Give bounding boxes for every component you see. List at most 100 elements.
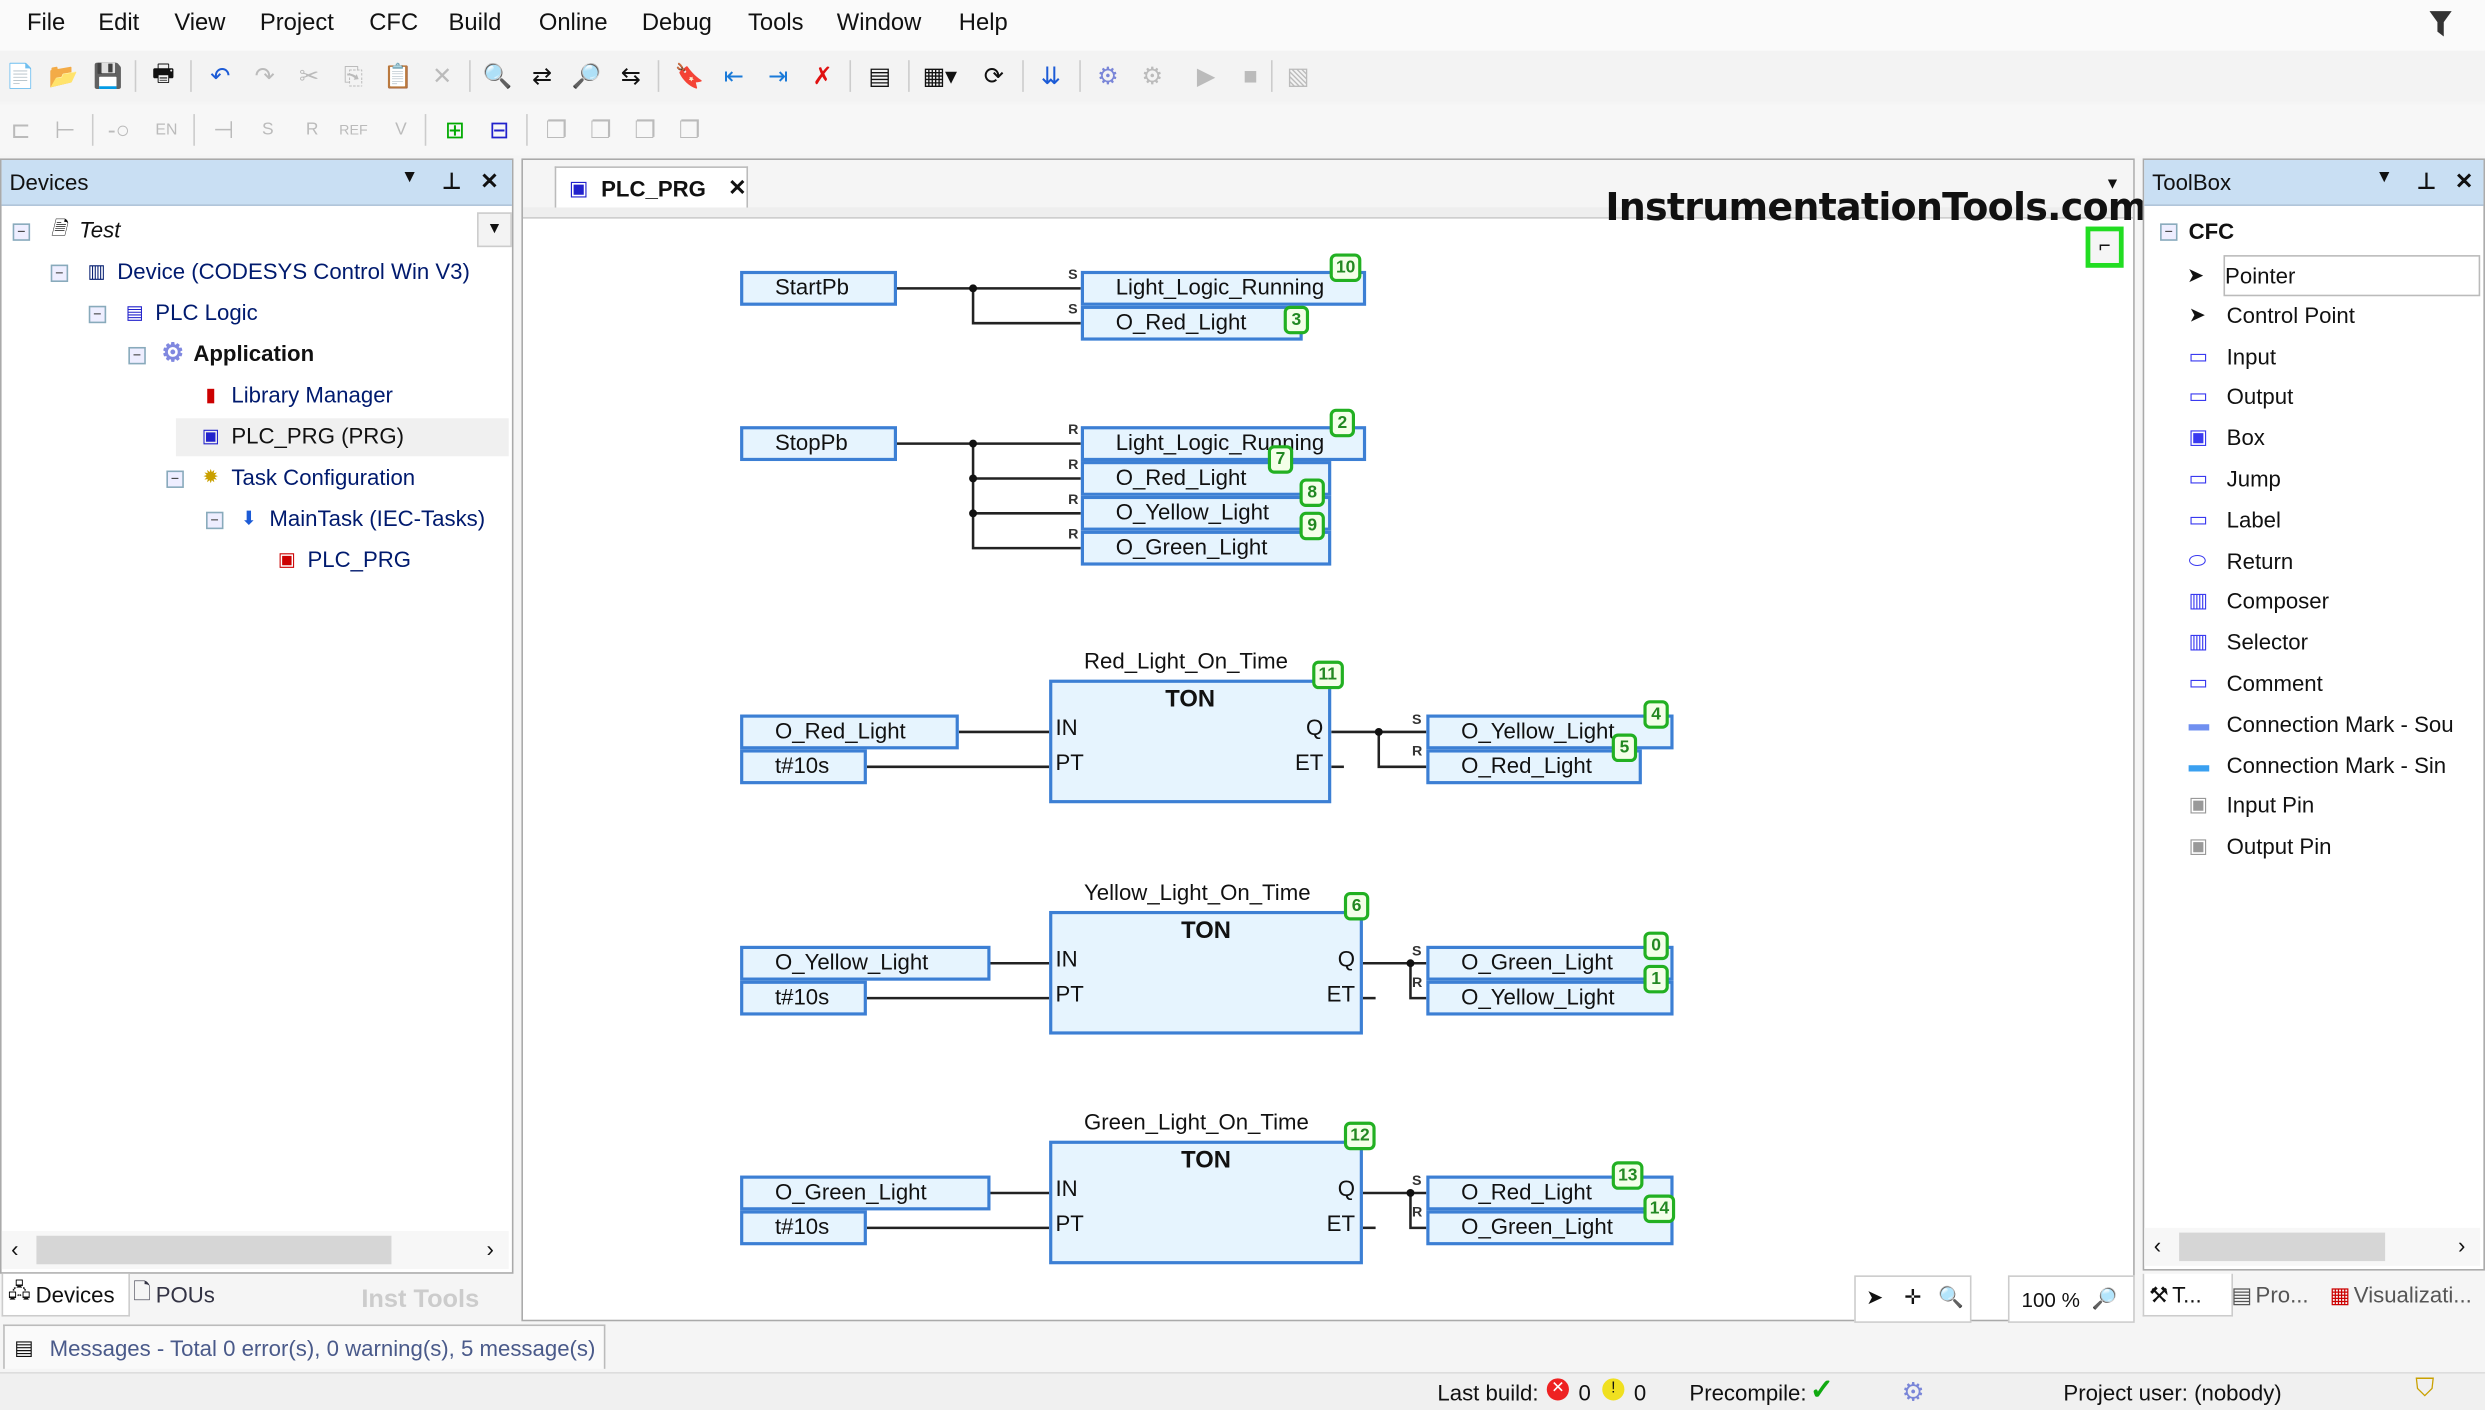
- properties-icon[interactable]: ▤: [862, 59, 897, 94]
- remove-input-icon[interactable]: ⊟: [482, 112, 517, 147]
- prev-bookmark-icon[interactable]: ⇤: [716, 59, 751, 94]
- panel-menu-icon[interactable]: ▼: [401, 168, 418, 187]
- tree-item-application[interactable]: ⚙ Application: [160, 341, 314, 368]
- pin-q[interactable]: Q: [1338, 946, 1355, 971]
- close-panel-icon[interactable]: ✕: [480, 168, 499, 195]
- toolbox-item-pointer[interactable]: ➤ Pointer: [2187, 255, 2481, 297]
- connection-line[interactable]: [971, 288, 1081, 325]
- collapse-icon[interactable]: −: [88, 305, 107, 324]
- toolbox-item-selector[interactable]: ▥ Selector: [2189, 623, 2308, 661]
- messages-tab[interactable]: ▤ Messages - Total 0 error(s), 0 warning…: [3, 1324, 606, 1369]
- delete-icon[interactable]: ✕: [425, 59, 460, 94]
- ladder-network-icon[interactable]: ⊏: [3, 112, 38, 147]
- back-icon[interactable]: ❐: [672, 112, 707, 147]
- pin-in[interactable]: IN: [1055, 1176, 1077, 1201]
- replace-in-project-icon[interactable]: ⇆: [613, 59, 648, 94]
- clear-bookmarks-icon[interactable]: ✗: [805, 59, 840, 94]
- tab-properties[interactable]: ▤ Pro...: [2231, 1274, 2326, 1315]
- paste-icon[interactable]: 📋: [380, 59, 415, 94]
- pin-pt[interactable]: PT: [1055, 1210, 1083, 1235]
- toolbox-item-input-pin[interactable]: ▣ Input Pin: [2189, 786, 2315, 824]
- horizontal-scrollbar[interactable]: ‹ ›: [1, 1231, 509, 1270]
- tab-visualization[interactable]: ▦ Visualizati...: [2330, 1274, 2482, 1315]
- scroll-left-icon[interactable]: ‹: [11, 1236, 18, 1261]
- tree-item-device[interactable]: ▥ Device (CODESYS Control Win V3): [84, 258, 470, 283]
- stop-icon[interactable]: ■: [1233, 59, 1268, 94]
- input-var-stoppb[interactable]: StopPb: [740, 426, 897, 462]
- output-var-reset[interactable]: O_Red_Light: [1426, 749, 1642, 785]
- pin-et[interactable]: ET: [1327, 1210, 1355, 1235]
- tree-item-task-configuration[interactable]: ✹ Task Configuration: [198, 464, 415, 489]
- coil-icon[interactable]: -○: [101, 112, 136, 147]
- pin-pt[interactable]: PT: [1055, 749, 1083, 774]
- add-input-icon[interactable]: ⊞: [437, 112, 472, 147]
- zoom-level[interactable]: 100 %: [2010, 1287, 2092, 1311]
- input-var-in[interactable]: O_Red_Light: [740, 714, 959, 750]
- open-folder-icon[interactable]: 📂: [46, 59, 81, 94]
- menu-window[interactable]: Window: [837, 10, 922, 37]
- tree-item-plc-prg[interactable]: ▣ PLC_PRG (PRG): [198, 423, 404, 448]
- enable-icon[interactable]: EN: [149, 112, 184, 147]
- toolbox-group-cfc[interactable]: CFC: [2189, 219, 2235, 244]
- menu-tools[interactable]: Tools: [748, 10, 804, 37]
- reset-icon[interactable]: R: [295, 112, 330, 147]
- print-icon[interactable]: 🖶: [146, 59, 181, 94]
- pin-in[interactable]: IN: [1055, 946, 1077, 971]
- tree-item-test[interactable]: 🗎 Test: [46, 216, 120, 242]
- new-project-icon[interactable]: 📄: [3, 59, 38, 94]
- toolbox-scrollbar[interactable]: ‹ ›: [2144, 1227, 2481, 1266]
- tree-item-maintask[interactable]: ⬇ MainTask (IEC-Tasks): [236, 505, 485, 530]
- tree-dropdown-button[interactable]: ▼: [477, 212, 512, 248]
- tab-toolbox[interactable]: ⚒ T...: [2142, 1273, 2233, 1317]
- output-var-o-green-light[interactable]: O_Green_Light: [1080, 530, 1332, 566]
- cut-icon[interactable]: ✂: [292, 59, 327, 94]
- toolbox-item-composer[interactable]: ▥ Composer: [2189, 582, 2329, 620]
- menu-debug[interactable]: Debug: [642, 10, 712, 37]
- toolbox-item-input[interactable]: ▭ Input: [2189, 337, 2276, 375]
- menu-file[interactable]: File: [27, 10, 65, 37]
- start-icon[interactable]: ▶: [1189, 59, 1224, 94]
- scrollbar-thumb[interactable]: [2179, 1232, 2386, 1262]
- save-icon[interactable]: 💾: [90, 59, 125, 94]
- collapse-icon[interactable]: −: [12, 223, 31, 241]
- output-var-light-logic-running[interactable]: Light_Logic_Running: [1080, 270, 1367, 306]
- input-var-pt[interactable]: t#10s: [740, 749, 867, 785]
- zoom-tool-icon[interactable]: 🔍: [1932, 1277, 1970, 1321]
- scroll-right-icon[interactable]: ›: [487, 1236, 494, 1261]
- device-status-icon[interactable]: ⚙: [1902, 1377, 1925, 1409]
- output-var-o-red-light[interactable]: O_Red_Light: [1080, 305, 1303, 341]
- collapse-icon[interactable]: −: [2160, 223, 2178, 241]
- scroll-left-icon[interactable]: ‹: [2154, 1233, 2161, 1258]
- input-var-startpb[interactable]: StartPb: [740, 270, 897, 306]
- function-block-ton[interactable]: TON IN PT Q ET: [1049, 679, 1332, 804]
- pin-icon[interactable]: ⊥: [442, 168, 461, 195]
- panel-menu-icon[interactable]: ▼: [2376, 168, 2393, 187]
- branch-icon[interactable]: ⊢: [48, 112, 83, 147]
- tree-item-plc-prg-call[interactable]: ▣ PLC_PRG: [274, 547, 411, 572]
- toolbox-item-box[interactable]: ▣ Box: [2189, 419, 2265, 457]
- pan-tool-icon[interactable]: ✛: [1894, 1277, 1932, 1321]
- bookmark-icon[interactable]: 🔖: [672, 59, 707, 94]
- redo-icon[interactable]: ↷: [247, 59, 282, 94]
- collapse-icon[interactable]: −: [50, 264, 69, 283]
- forward-icon[interactable]: ❐: [583, 112, 618, 147]
- security-shield-icon[interactable]: ⛉: [2415, 1375, 2434, 1404]
- pin-pt[interactable]: PT: [1055, 981, 1083, 1006]
- toolbox-item-output-pin[interactable]: ▣ Output Pin: [2189, 827, 2332, 865]
- pin-et[interactable]: ET: [1295, 749, 1323, 774]
- function-block-ton[interactable]: TON IN PT Q ET: [1049, 910, 1363, 1035]
- output-var-reset[interactable]: O_Yellow_Light: [1426, 980, 1674, 1016]
- output-var-set[interactable]: O_Green_Light: [1426, 945, 1674, 981]
- input-var-in[interactable]: O_Yellow_Light: [740, 945, 991, 981]
- close-panel-icon[interactable]: ✕: [2455, 168, 2474, 195]
- generate-code-icon[interactable]: ⇊: [1033, 59, 1068, 94]
- toolbox-item-connection-mark-sou[interactable]: ▬ Connection Mark - Sou: [2189, 705, 2454, 743]
- v-icon[interactable]: V: [384, 112, 419, 147]
- pin-in[interactable]: IN: [1055, 715, 1077, 740]
- collapse-icon[interactable]: −: [206, 511, 224, 530]
- find-in-project-icon[interactable]: 🔎: [569, 59, 604, 94]
- output-var-reset[interactable]: O_Green_Light: [1426, 1210, 1674, 1246]
- menu-edit[interactable]: Edit: [98, 10, 139, 37]
- filter-icon[interactable]: [2428, 8, 2453, 40]
- menu-online[interactable]: Online: [539, 10, 608, 37]
